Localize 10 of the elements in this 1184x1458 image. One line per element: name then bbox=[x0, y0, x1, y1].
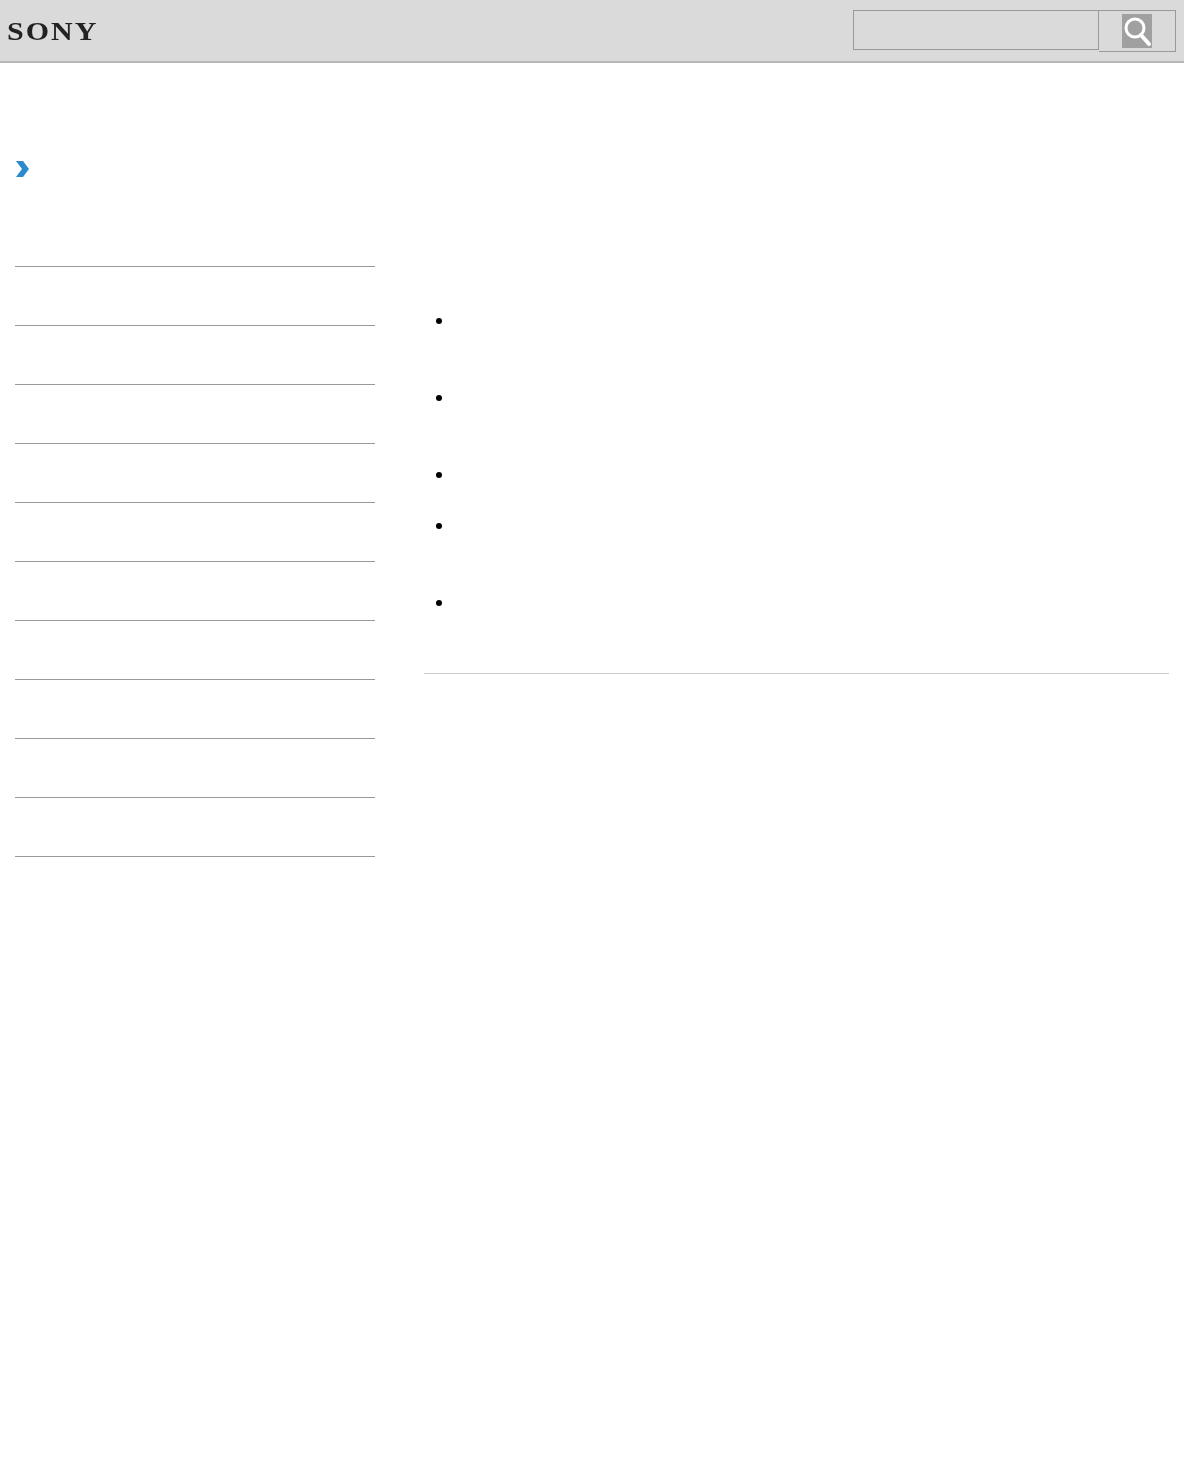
search-field[interactable] bbox=[853, 9, 1099, 50]
bullet-icon bbox=[436, 600, 442, 606]
bullet-icon bbox=[436, 472, 442, 478]
bullet-icon bbox=[436, 523, 442, 529]
search-button[interactable] bbox=[1099, 9, 1176, 52]
sony-logo[interactable]: SONY bbox=[7, 16, 99, 45]
search-icon bbox=[1122, 13, 1152, 48]
chevron-icon[interactable] bbox=[14, 160, 30, 178]
bullet-icon bbox=[436, 395, 442, 401]
bullet-icon bbox=[436, 318, 442, 324]
